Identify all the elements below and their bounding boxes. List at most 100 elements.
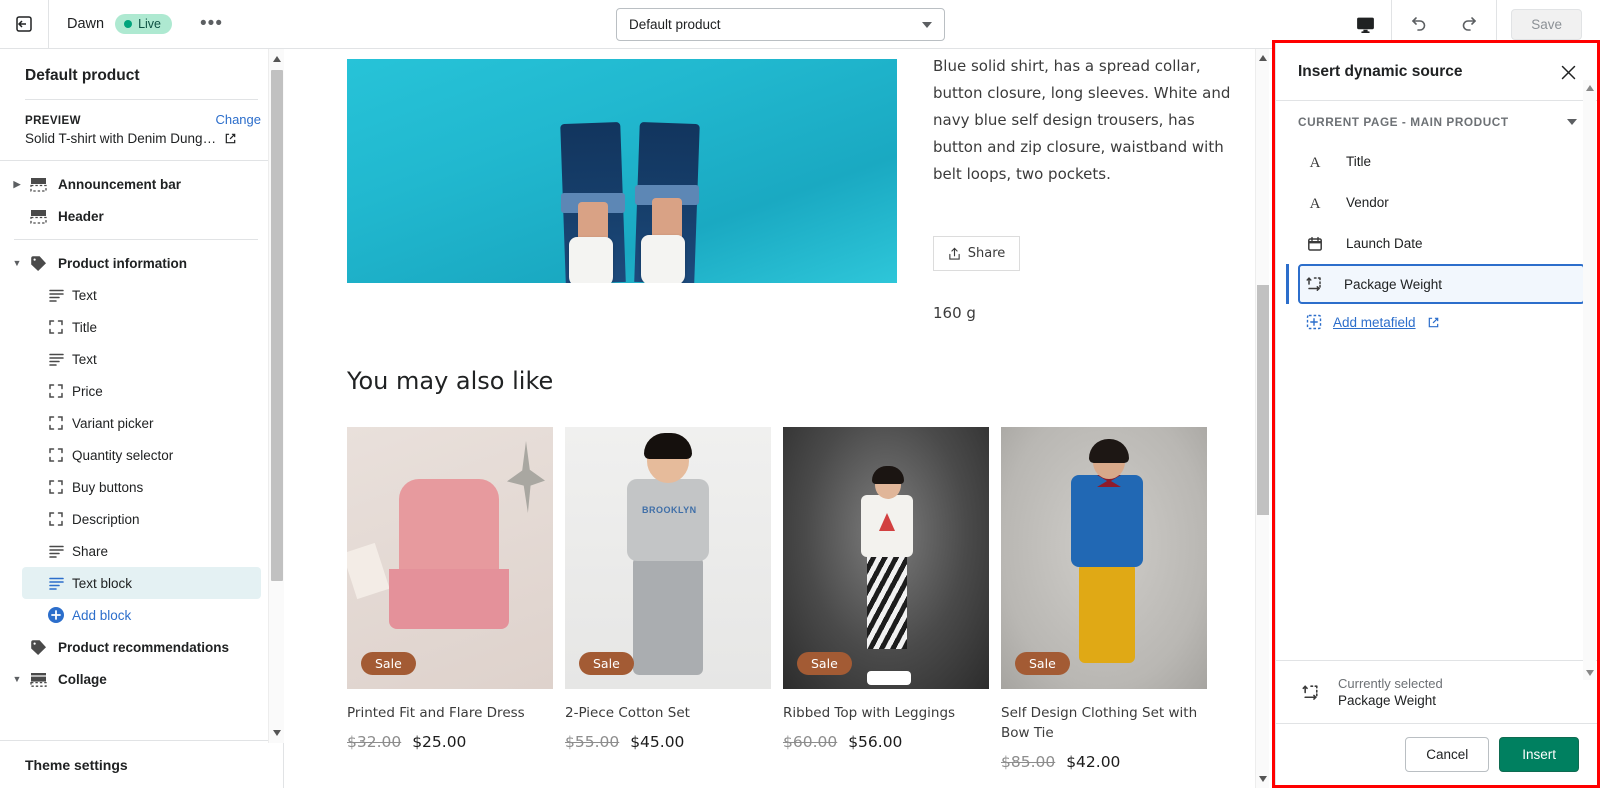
sidebar-block-quantity-selector[interactable]: Quantity selector [0, 439, 283, 471]
page-selector-value: Default product [629, 17, 721, 32]
sidebar-item-announcement-bar[interactable]: ▶ Announcement bar [0, 168, 283, 200]
preview-section: PREVIEW Change Solid T-shirt with Denim … [0, 100, 283, 160]
plus-circle-icon [44, 607, 68, 623]
add-metafield-link[interactable]: Add metafield [1276, 304, 1597, 330]
text-a-icon: A [1306, 154, 1324, 170]
page-title: Default product [25, 67, 140, 84]
sidebar-item-product-recommendations[interactable]: Product recommendations [0, 631, 283, 663]
product-card[interactable]: BROOKLYN Sale 2-Piece Cotton Set $55.00 … [565, 427, 771, 771]
desktop-icon[interactable] [1339, 0, 1391, 48]
sidebar-block-title[interactable]: Title [0, 311, 283, 343]
exit-icon[interactable] [0, 0, 49, 48]
change-preview-link[interactable]: Change [215, 112, 261, 127]
scrollbar-thumb[interactable] [1257, 285, 1269, 515]
panel-scrollbar[interactable] [1583, 80, 1596, 680]
scroll-up-icon[interactable] [1256, 51, 1269, 65]
product-image[interactable]: Sale [347, 427, 553, 689]
sidebar-item-label: Announcement bar [58, 176, 182, 192]
sidebar-item-label: Buy buttons [72, 479, 144, 495]
page-selector[interactable]: Default product [616, 8, 945, 41]
product-name[interactable]: 2-Piece Cotton Set [565, 703, 771, 723]
chevron-down-icon[interactable]: ▼ [10, 258, 24, 268]
currently-selected-summary: Currently selected Package Weight [1276, 660, 1597, 723]
sidebar-block-share[interactable]: Share [0, 535, 283, 567]
sidebar-item-label: Text block [72, 575, 133, 591]
sidebar-block-text-block-selected[interactable]: Text block [22, 567, 261, 599]
source-item-title[interactable]: A Title [1276, 141, 1597, 182]
sidebar-item-label: Variant picker [72, 415, 154, 431]
price-original: $55.00 [565, 733, 620, 751]
price-sale: $56.00 [848, 733, 903, 751]
share-button[interactable]: Share [933, 236, 1020, 271]
cancel-button[interactable]: Cancel [1405, 737, 1490, 772]
undo-icon[interactable] [1392, 0, 1444, 48]
sidebar-item-collage[interactable]: ▼ Collage [0, 663, 283, 695]
chevron-down-icon[interactable]: ▼ [10, 674, 24, 684]
sidebar-block-text-1[interactable]: Text [0, 279, 283, 311]
sidebar-item-product-information[interactable]: ▼ Product information [0, 247, 283, 279]
product-price: $85.00 $42.00 [1001, 753, 1207, 771]
product-card[interactable]: Sale Ribbed Top with Leggings $60.00 $56… [783, 427, 989, 771]
sidebar-block-variant-picker[interactable]: Variant picker [0, 407, 283, 439]
scroll-up-icon[interactable] [269, 51, 285, 67]
preview-scrollbar[interactable] [1255, 49, 1269, 788]
source-item-package-weight[interactable]: Package Weight [1286, 264, 1585, 304]
status-badge: Sale [797, 652, 852, 675]
price-sale: $45.00 [630, 733, 685, 751]
block-brackets-icon [44, 416, 68, 430]
product-card[interactable]: Sale Printed Fit and Flare Dress $32.00 … [347, 427, 553, 771]
share-icon [948, 247, 961, 261]
product-image[interactable]: Sale [1001, 427, 1207, 689]
product-price: $32.00 $25.00 [347, 733, 553, 751]
product-name[interactable]: Printed Fit and Flare Dress [347, 703, 553, 723]
source-item-vendor[interactable]: A Vendor [1276, 182, 1597, 223]
chevron-down-icon [1567, 119, 1577, 125]
product-name[interactable]: Ribbed Top with Leggings [783, 703, 989, 723]
redo-icon[interactable] [1444, 0, 1496, 48]
add-block-button[interactable]: Add block [0, 599, 283, 631]
product-name[interactable]: Self Design Clothing Set with Bow Tie [1001, 703, 1207, 743]
external-link-icon[interactable] [224, 132, 237, 145]
sidebar-item-label: Share [72, 543, 109, 559]
sidebar-item-label: Collage [58, 671, 107, 687]
collage-icon [26, 672, 50, 687]
theme-settings-button[interactable]: Theme settings [0, 740, 283, 788]
sidebar-item-label: Title [72, 319, 98, 335]
weight-icon [1306, 275, 1324, 293]
sidebar-item-header[interactable]: Header [0, 200, 283, 232]
scrollbar-thumb[interactable] [271, 70, 283, 581]
panel-title: Insert dynamic source [1298, 63, 1463, 80]
product-image[interactable]: BROOKLYN Sale [565, 427, 771, 689]
block-brackets-icon [44, 512, 68, 526]
scroll-down-icon[interactable] [1583, 666, 1596, 679]
source-item-label: Launch Date [1346, 236, 1423, 251]
source-group-selector[interactable]: CURRENT PAGE - MAIN PRODUCT [1276, 101, 1597, 139]
add-metafield-label: Add metafield [1333, 314, 1416, 330]
external-link-icon [1427, 316, 1440, 329]
price-original: $32.00 [347, 733, 402, 751]
sidebar-block-buy-buttons[interactable]: Buy buttons [0, 471, 283, 503]
sidebar-block-price[interactable]: Price [0, 375, 283, 407]
sidebar-item-label: Product information [58, 255, 187, 271]
scroll-up-icon[interactable] [1583, 81, 1596, 94]
product-image[interactable]: Sale [783, 427, 989, 689]
insert-button[interactable]: Insert [1499, 737, 1579, 772]
text-lines-icon [44, 289, 68, 302]
sidebar-block-description[interactable]: Description [0, 503, 283, 535]
chevron-right-icon[interactable]: ▶ [10, 179, 24, 190]
product-price: $60.00 $56.00 [783, 733, 989, 751]
sidebar-block-text-2[interactable]: Text [0, 343, 283, 375]
store-preview: Blue solid shirt, has a spread collar, b… [285, 49, 1269, 788]
status-badge: Sale [579, 652, 634, 675]
product-card[interactable]: Sale Self Design Clothing Set with Bow T… [1001, 427, 1207, 771]
scroll-down-icon[interactable] [269, 725, 285, 741]
sidebar-scrollbar[interactable] [268, 49, 284, 743]
source-item-launch-date[interactable]: Launch Date [1276, 223, 1597, 264]
scroll-down-icon[interactable] [1256, 772, 1269, 786]
close-icon[interactable] [1555, 59, 1581, 85]
weight-icon [1302, 683, 1321, 702]
save-button[interactable]: Save [1511, 8, 1582, 40]
price-sale: $42.00 [1066, 753, 1121, 771]
more-options-button[interactable]: ••• [193, 14, 230, 34]
sidebar-item-label: Text [72, 287, 97, 303]
